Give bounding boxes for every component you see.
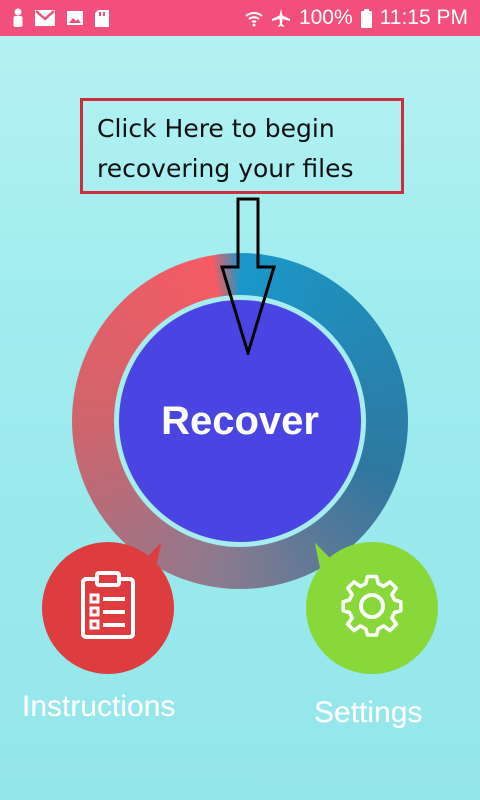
instructions-button[interactable] bbox=[42, 542, 174, 674]
recover-label: Recover bbox=[161, 398, 319, 443]
airplane-icon bbox=[271, 8, 291, 28]
status-bar: 100% 11:15 PM bbox=[0, 0, 480, 36]
wifi-icon bbox=[245, 9, 263, 27]
settings-label[interactable]: Settings bbox=[314, 696, 422, 730]
clock: 11:15 PM bbox=[379, 6, 468, 29]
battery-icon bbox=[360, 8, 372, 28]
callout-line-2: recovering your files bbox=[97, 154, 354, 183]
gear-icon bbox=[337, 571, 407, 646]
sd-card-icon bbox=[94, 9, 110, 28]
person-icon bbox=[12, 8, 24, 28]
instruction-callout: Click Here to begin recovering your file… bbox=[80, 98, 404, 194]
gmail-icon bbox=[34, 9, 56, 27]
instructions-label[interactable]: Instructions bbox=[22, 690, 175, 724]
down-arrow-icon bbox=[220, 197, 276, 355]
image-icon bbox=[66, 10, 84, 26]
status-right-icons: 100% 11:15 PM bbox=[245, 6, 468, 30]
clipboard-icon bbox=[79, 570, 137, 646]
callout-line-1: Click Here to begin bbox=[97, 114, 335, 143]
status-left-icons bbox=[12, 8, 110, 28]
battery-percent: 100% bbox=[298, 6, 353, 29]
settings-button[interactable] bbox=[306, 542, 438, 674]
